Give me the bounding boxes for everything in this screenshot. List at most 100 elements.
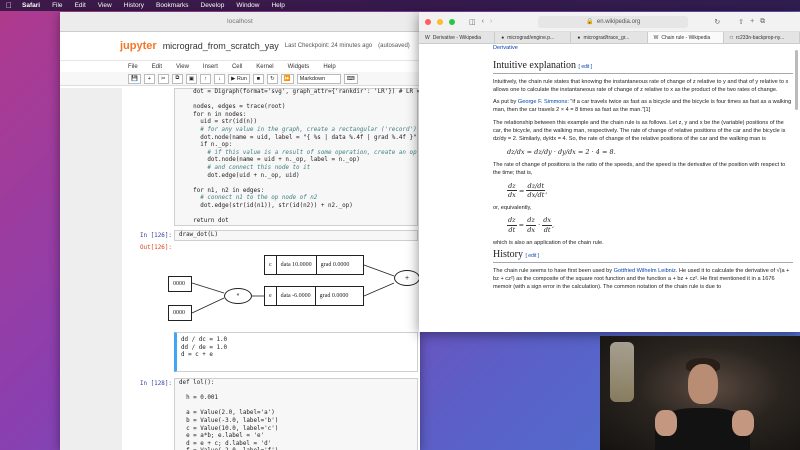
- stop-icon[interactable]: ■: [252, 73, 264, 84]
- code-line: d = e + c; d.label = 'd': [179, 440, 272, 447]
- jmenu-kernel[interactable]: Kernel: [256, 64, 273, 70]
- jupyter-titlebar: localhost: [60, 12, 420, 32]
- minimize-window-icon[interactable]: [437, 18, 443, 25]
- presenter-face: [688, 364, 718, 404]
- code-line: for n in nodes:: [179, 111, 247, 118]
- cut-icon[interactable]: ✂: [157, 73, 169, 84]
- cell-126-code[interactable]: draw_dot(L): [179, 232, 218, 240]
- new-tab-icon[interactable]: +: [750, 18, 754, 25]
- code-cell-draw-dot[interactable]: dot = Digraph(format='svg', graph_attr={…: [174, 88, 420, 226]
- jupyter-menu: File Edit View Insert Cell Kernel Widget…: [60, 60, 420, 72]
- tab-derivative[interactable]: W Derivative - Wikipedia: [419, 32, 496, 43]
- edit-cell-markdown[interactable]: dd / dc = 1.0 dd / de = 1.0 d = c + e: [174, 332, 418, 372]
- para-leibniz-prefix: The chain rule seems to have first been …: [493, 267, 614, 274]
- menubar-item-view[interactable]: View: [98, 2, 112, 9]
- share-icon[interactable]: ⇧: [738, 18, 744, 26]
- run-button[interactable]: ▶ Run: [228, 73, 250, 84]
- notebook-name[interactable]: micrograd_from_scratch_yay: [163, 41, 279, 51]
- menubar-item-file[interactable]: File: [52, 2, 62, 9]
- para-application: which is also an application of the chai…: [493, 240, 604, 247]
- keyboard-icon[interactable]: ⌨: [343, 73, 358, 84]
- code-line: nodes, edges = trace(root): [179, 104, 286, 111]
- save-icon[interactable]: 💾: [128, 73, 141, 84]
- presenter-right-hand: [732, 410, 754, 436]
- menubar-item-window[interactable]: Window: [236, 2, 259, 9]
- cell-128-prompt-in: In [128]:: [140, 381, 172, 387]
- jmenu-help[interactable]: Help: [323, 64, 335, 70]
- zoom-window-icon[interactable]: [449, 18, 455, 25]
- para-or-equivalently: or, equivalently,: [493, 205, 532, 212]
- tab-chain-rule-label: Chain rule - Wikipedia: [661, 34, 711, 41]
- menubar-item-edit[interactable]: Edit: [75, 2, 86, 9]
- address-text: en.wikipedia.org: [596, 18, 641, 25]
- menubar-item-develop[interactable]: Develop: [201, 2, 225, 9]
- code-cell-128[interactable]: def lol(): h = 0.001 a = Value(2.0, labe…: [174, 378, 418, 450]
- tab-derivative-label: Derivative - Wikipedia: [432, 34, 482, 41]
- para-simmons: As put by George F. Simmons: "if a car t…: [493, 98, 793, 115]
- menubar-item-history[interactable]: History: [124, 2, 144, 9]
- jmenu-edit[interactable]: Edit: [152, 64, 162, 70]
- jmenu-insert[interactable]: Insert: [203, 64, 218, 70]
- tab-chain-rule[interactable]: W Chain rule - Wikipedia: [647, 32, 724, 43]
- tab-trace-graph[interactable]: ● micrograd/trace_gr...: [571, 32, 648, 43]
- section-history: History [ edit ]: [493, 250, 793, 263]
- code-draw-dot-body[interactable]: dot = Digraph(format='svg', graph_attr={…: [179, 89, 420, 226]
- md-cell-text[interactable]: dd / dc = 1.0 dd / de = 1.0 d = c + e: [181, 337, 227, 360]
- reload-icon[interactable]: ↻: [714, 18, 720, 26]
- jmenu-cell[interactable]: Cell: [232, 64, 242, 70]
- menubar-item-help[interactable]: Help: [271, 2, 284, 9]
- copy-icon[interactable]: ⧉: [171, 73, 183, 84]
- menubar-item-safari[interactable]: Safari: [22, 2, 40, 9]
- forward-icon[interactable]: ›: [490, 18, 492, 25]
- autosave-status: (autosaved): [378, 43, 410, 49]
- notebook-page: dot = Digraph(format='svg', graph_attr={…: [122, 88, 420, 450]
- jupyter-logo[interactable]: jupyter: [120, 40, 157, 52]
- edit-link[interactable]: [ edit ]: [579, 64, 593, 70]
- restart-icon[interactable]: ↻: [266, 73, 278, 84]
- equation-dz-dt: dz dx = dz/dt dx/dt,: [507, 181, 548, 199]
- code-line: uid = str(id(n)): [179, 119, 258, 126]
- move-down-icon[interactable]: ↓: [214, 73, 226, 84]
- op-node-add: +: [394, 270, 420, 286]
- jupyter-url[interactable]: localhost: [227, 18, 253, 25]
- op-node-mul: *: [224, 288, 252, 304]
- jmenu-view[interactable]: View: [176, 64, 189, 70]
- cell-type-select[interactable]: Markdown: [296, 73, 341, 84]
- document-icon: □: [729, 34, 733, 41]
- menubar-item-bookmarks[interactable]: Bookmarks: [156, 2, 189, 9]
- address-bar[interactable]: 🔒 en.wikipedia.org: [538, 15, 689, 28]
- apple-icon[interactable]: : [6, 1, 12, 10]
- tab-cs231n[interactable]: □ rc233n-backprop-ny...: [724, 32, 800, 43]
- wiki-content: Derivative Intuitive explanation [ edit …: [419, 44, 800, 332]
- paste-icon[interactable]: ▣: [185, 73, 198, 84]
- code-line: # if this value is a result of some oper…: [207, 149, 417, 156]
- link-derivative[interactable]: Derivative: [493, 45, 518, 51]
- wiki-article: Derivative Intuitive explanation [ edit …: [493, 44, 793, 296]
- node-c-data: data 10.0000: [275, 256, 316, 274]
- tab-engine[interactable]: ● micrograd/engine.p...: [495, 32, 572, 43]
- scrollbar[interactable]: [795, 50, 798, 110]
- back-icon[interactable]: ‹: [482, 18, 484, 25]
- cell-128-code[interactable]: def lol(): h = 0.001 a = Value(2.0, labe…: [179, 380, 278, 450]
- checkpoint-status: Last Checkpoint: 24 minutes ago: [284, 43, 373, 49]
- equation-chain-product: dz/dx = dz/dy · dy/dx = 2 · 4 = 8.: [507, 147, 616, 156]
- fast-forward-icon[interactable]: ⏩: [280, 73, 294, 84]
- sidebar-icon[interactable]: ◫: [469, 18, 476, 26]
- graph-node-e: e data -6.0000 grad 0.0000: [264, 286, 364, 306]
- section-intuitive-title: Intuitive explanation: [493, 60, 577, 72]
- github-icon: ●: [577, 34, 581, 41]
- link-george-simmons[interactable]: George F. Simmons: [518, 99, 567, 105]
- jmenu-file[interactable]: File: [128, 64, 138, 70]
- close-window-icon[interactable]: [425, 18, 431, 25]
- para-simmons-prefix: As put by: [493, 99, 518, 106]
- jmenu-widgets[interactable]: Widgets: [288, 64, 310, 70]
- edit-link-history[interactable]: [ edit ]: [526, 253, 540, 259]
- move-up-icon[interactable]: ↑: [200, 73, 212, 84]
- tab-overview-icon[interactable]: ⧉: [760, 18, 765, 26]
- link-leibniz[interactable]: Gottfried Wilhelm Leibniz: [614, 268, 676, 274]
- code-line: if n._op:: [179, 142, 233, 149]
- code-cell-126[interactable]: draw_dot(L): [174, 230, 418, 241]
- add-cell-icon[interactable]: +: [143, 73, 155, 84]
- jupyter-toolbar: 💾 + ✂ ⧉ ▣ ↑ ↓ ▶ Run ■ ↻ ⏩ Markdown ⌨: [60, 72, 420, 86]
